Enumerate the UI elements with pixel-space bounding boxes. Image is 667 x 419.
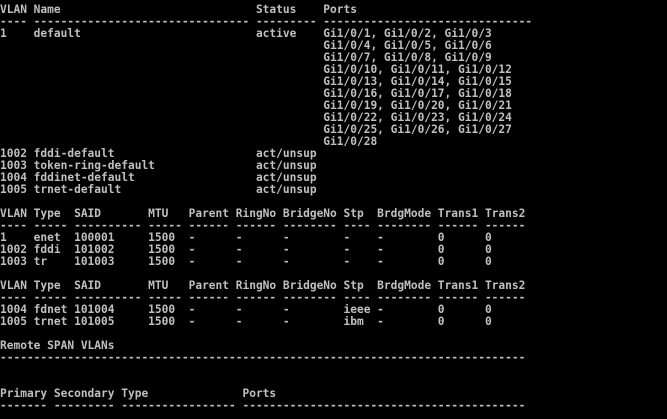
- vlan-row-1002: 1002 fddi-default act/unsup: [0, 148, 317, 160]
- vlan-type-header: VLAN Type SAID MTU Parent RingNo BridgeN…: [0, 208, 526, 220]
- ports-continuation: Gi1/0/13, Gi1/0/14, Gi1/0/15: [0, 76, 512, 88]
- ports-continuation: Gi1/0/28: [0, 136, 378, 148]
- header-separator: ---- -------------------------------- --…: [0, 16, 533, 28]
- vlan-row-1005: 1005 trnet-default act/unsup: [0, 184, 317, 196]
- ports-continuation: Gi1/0/22, Gi1/0/23, Gi1/0/24: [0, 112, 512, 124]
- vlan-brief-header: VLAN Name Status Ports: [0, 4, 357, 16]
- type-row-1002: 1002 fddi 101002 1500 - - - - - 0 0: [0, 244, 492, 256]
- ports-continuation: Gi1/0/7, Gi1/0/8, Gi1/0/9: [0, 52, 492, 64]
- ports-continuation: Gi1/0/25, Gi1/0/26, Gi1/0/27: [0, 124, 512, 136]
- vlan-row-1004: 1004 fddinet-default act/unsup: [0, 172, 317, 184]
- vlan-row-1003: 1003 token-ring-default act/unsup: [0, 160, 317, 172]
- header-separator: ----------------------------------------…: [0, 352, 526, 364]
- ports-continuation: Gi1/0/16, Gi1/0/17, Gi1/0/18: [0, 88, 512, 100]
- type-row-1003: 1003 tr 101003 1500 - - - - - 0 0: [0, 256, 492, 268]
- terminal-output: VLAN Name Status Ports ---- ------------…: [0, 4, 667, 419]
- remote-span-heading: Remote SPAN VLANs: [0, 340, 115, 352]
- header-separator: ------- --------- ----------------- ----…: [0, 400, 526, 412]
- vlan-row-default: 1 default active Gi1/0/1, Gi1/0/2, Gi1/0…: [0, 28, 492, 40]
- type-row-1005: 1005 trnet 101005 1500 - - - ibm - 0 0: [0, 316, 492, 328]
- private-vlan-header: Primary Secondary Type Ports: [0, 388, 277, 400]
- type-row-1: 1 enet 100001 1500 - - - - - 0 0: [0, 232, 492, 244]
- ports-continuation: Gi1/0/19, Gi1/0/20, Gi1/0/21: [0, 100, 512, 112]
- ports-continuation: Gi1/0/10, Gi1/0/11, Gi1/0/12: [0, 64, 512, 76]
- ports-continuation: Gi1/0/4, Gi1/0/5, Gi1/0/6: [0, 40, 492, 52]
- type-row-1004: 1004 fdnet 101004 1500 - - - ieee - 0 0: [0, 304, 492, 316]
- header-separator: ---- ----- ---------- ----- ------ -----…: [0, 292, 526, 304]
- header-separator: ---- ----- ---------- ----- ------ -----…: [0, 220, 526, 232]
- vlan-type-header: VLAN Type SAID MTU Parent RingNo BridgeN…: [0, 280, 526, 292]
